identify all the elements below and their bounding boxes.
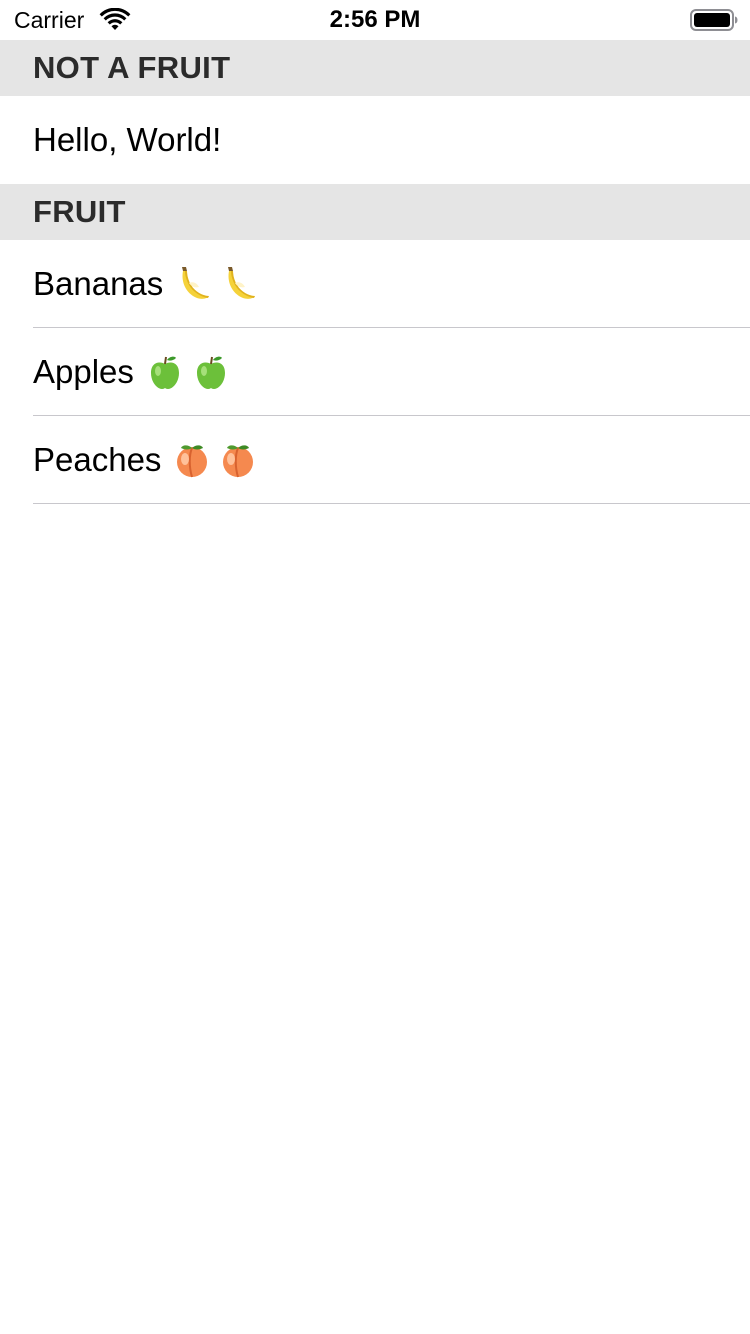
- section-header-title: FRUIT: [33, 194, 126, 229]
- peach-icon: [223, 445, 254, 478]
- list-item-hello-world[interactable]: Hello, World!: [0, 96, 750, 184]
- list-item-label: Hello, World!: [33, 121, 222, 158]
- list-item-label: Peaches: [33, 441, 162, 478]
- list-item-apples[interactable]: Apples: [0, 328, 750, 416]
- section-fruit: FRUIT Bananas Apples Peaches: [0, 184, 750, 504]
- list-item-peaches[interactable]: Peaches: [0, 416, 750, 504]
- section-not-a-fruit: NOT A FRUIT Hello, World!: [0, 40, 750, 184]
- list-item-label: Bananas: [33, 265, 164, 302]
- status-time: 2:56 PM: [329, 6, 421, 33]
- green-apple-icon: [196, 356, 225, 389]
- section-header: FRUIT: [0, 184, 750, 240]
- section-header: NOT A FRUIT: [0, 40, 750, 96]
- banana-icon: [228, 267, 256, 299]
- list-item-bananas[interactable]: Bananas: [0, 240, 750, 328]
- battery-icon: [690, 9, 738, 31]
- list-item-label: Apples: [33, 353, 134, 390]
- status-bar: Carrier 2:56 PM: [0, 0, 750, 40]
- section-header-title: NOT A FRUIT: [33, 50, 231, 85]
- green-apple-icon: [150, 356, 179, 389]
- peach-icon: [177, 445, 208, 478]
- banana-icon: [182, 267, 210, 299]
